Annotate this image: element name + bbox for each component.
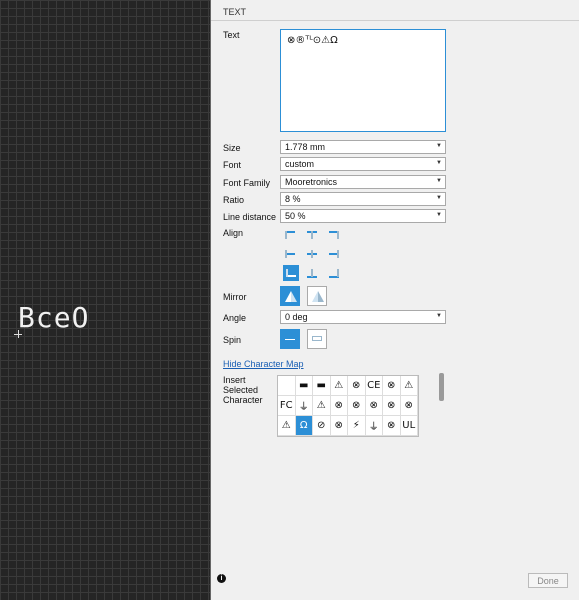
character-cell[interactable]: ⚠	[313, 396, 331, 416]
character-map-grid[interactable]: ▬ ▬ ⚠ ⊗ CE ⊗ ⚠ FC ⏚ ⚠ ⊗ ⊗ ⊗ ⊗ ⊗ ⚠ Ω ⊘ ⊗ ⚡ ⏚ ⊗ UL	[277, 375, 419, 437]
origin-marker-vertical	[18, 330, 19, 338]
size-select[interactable]: 1.778 mm ▼	[280, 140, 446, 154]
panel-header: TEXT	[211, 4, 579, 21]
align-bottom-center-button[interactable]	[305, 266, 319, 280]
character-cell[interactable]: ⊘	[313, 416, 331, 436]
character-cell[interactable]: ▬	[295, 376, 313, 396]
character-cell[interactable]	[278, 376, 296, 396]
spin-on-toggle[interactable]	[307, 329, 327, 349]
panel-title: TEXT	[223, 7, 247, 17]
character-cell[interactable]: ⊗	[330, 416, 348, 436]
text-label: Text	[223, 30, 240, 40]
align-top-center-button[interactable]	[305, 228, 319, 242]
panel-footer: i Done	[211, 570, 579, 592]
character-cell[interactable]: ⊗	[348, 396, 366, 416]
character-cell[interactable]: ⚡	[348, 416, 366, 436]
text-input-value: ⊗®ᵀᴸ⊙⚠Ω	[287, 35, 338, 46]
mirror-label: Mirror	[223, 292, 247, 302]
spin-label: Spin	[223, 335, 242, 345]
align-bottom-right-button[interactable]	[327, 266, 341, 280]
character-map-scrollbar[interactable]	[439, 373, 444, 401]
character-cell[interactable]: ⚠	[400, 376, 418, 396]
align-top-right-button[interactable]	[327, 228, 341, 242]
text-input[interactable]: ⊗®ᵀᴸ⊙⚠Ω	[280, 29, 446, 132]
angle-value: 0 deg	[285, 312, 308, 322]
align-center-left-button[interactable]	[283, 247, 297, 261]
font-family-label: Font Family	[223, 178, 271, 188]
font-family-select[interactable]: Mooretronics ▼	[280, 175, 446, 189]
line-distance-label: Line distance	[223, 212, 277, 222]
align-center-button[interactable]	[305, 247, 319, 261]
character-cell[interactable]: ⚠	[330, 376, 348, 396]
font-select[interactable]: custom ▼	[280, 157, 446, 171]
character-cell[interactable]: UL	[400, 416, 418, 436]
font-family-value: Mooretronics	[285, 177, 338, 187]
ratio-value: 8 %	[285, 194, 301, 204]
character-cell[interactable]: ⏚	[365, 416, 383, 436]
chevron-down-icon: ▼	[436, 195, 442, 201]
ratio-label: Ratio	[223, 195, 245, 205]
character-cell[interactable]: ⚠	[278, 416, 296, 436]
spin-off-toggle[interactable]	[280, 329, 300, 349]
align-label: Align	[223, 228, 244, 238]
character-cell[interactable]: ⊗	[383, 376, 401, 396]
character-cell[interactable]: ▬	[313, 376, 331, 396]
align-top-left-button[interactable]	[283, 228, 297, 242]
line-distance-select[interactable]: 50 % ▼	[280, 209, 446, 223]
size-value: 1.778 mm	[285, 142, 326, 152]
character-cell[interactable]: Ω	[295, 416, 313, 436]
character-cell[interactable]: ⊗	[330, 396, 348, 416]
angle-select[interactable]: 0 deg ▼	[280, 310, 446, 324]
chevron-down-icon: ▼	[436, 143, 442, 149]
character-cell[interactable]: ⊗	[400, 396, 418, 416]
done-button[interactable]: Done	[528, 573, 568, 588]
line-distance-value: 50 %	[285, 211, 306, 221]
info-icon[interactable]: i	[217, 574, 226, 583]
align-bottom-left-button[interactable]	[283, 265, 299, 281]
mirror-off-toggle[interactable]	[280, 286, 300, 306]
ratio-select[interactable]: 8 % ▼	[280, 192, 446, 206]
size-label: Size	[223, 143, 241, 153]
character-cell[interactable]: ⏚	[295, 396, 313, 416]
chevron-down-icon: ▼	[436, 212, 442, 218]
hide-character-map-link[interactable]: Hide Character Map	[223, 359, 304, 369]
mirror-on-toggle[interactable]	[307, 286, 327, 306]
character-cell[interactable]: CE	[365, 376, 383, 396]
chevron-down-icon: ▼	[436, 160, 442, 166]
insert-character-label: Insert Selected Character	[223, 375, 263, 405]
angle-label: Angle	[223, 313, 247, 323]
chevron-down-icon: ▼	[436, 178, 442, 184]
character-cell[interactable]: ⊗	[348, 376, 366, 396]
font-label: Font	[223, 160, 242, 170]
font-value: custom	[285, 159, 315, 169]
align-center-right-button[interactable]	[327, 247, 341, 261]
character-cell[interactable]: ⊗	[383, 416, 401, 436]
character-cell[interactable]: ⊗	[383, 396, 401, 416]
canvas-text-object[interactable]: BceO	[18, 301, 89, 334]
character-cell[interactable]: ⊗	[365, 396, 383, 416]
text-properties-panel: TEXT Text ⊗®ᵀᴸ⊙⚠Ω Size 1.778 mm ▼ Font c…	[210, 0, 579, 600]
board-canvas[interactable]: BceO	[0, 0, 210, 600]
chevron-down-icon: ▼	[436, 313, 442, 319]
character-cell[interactable]: FC	[278, 396, 296, 416]
